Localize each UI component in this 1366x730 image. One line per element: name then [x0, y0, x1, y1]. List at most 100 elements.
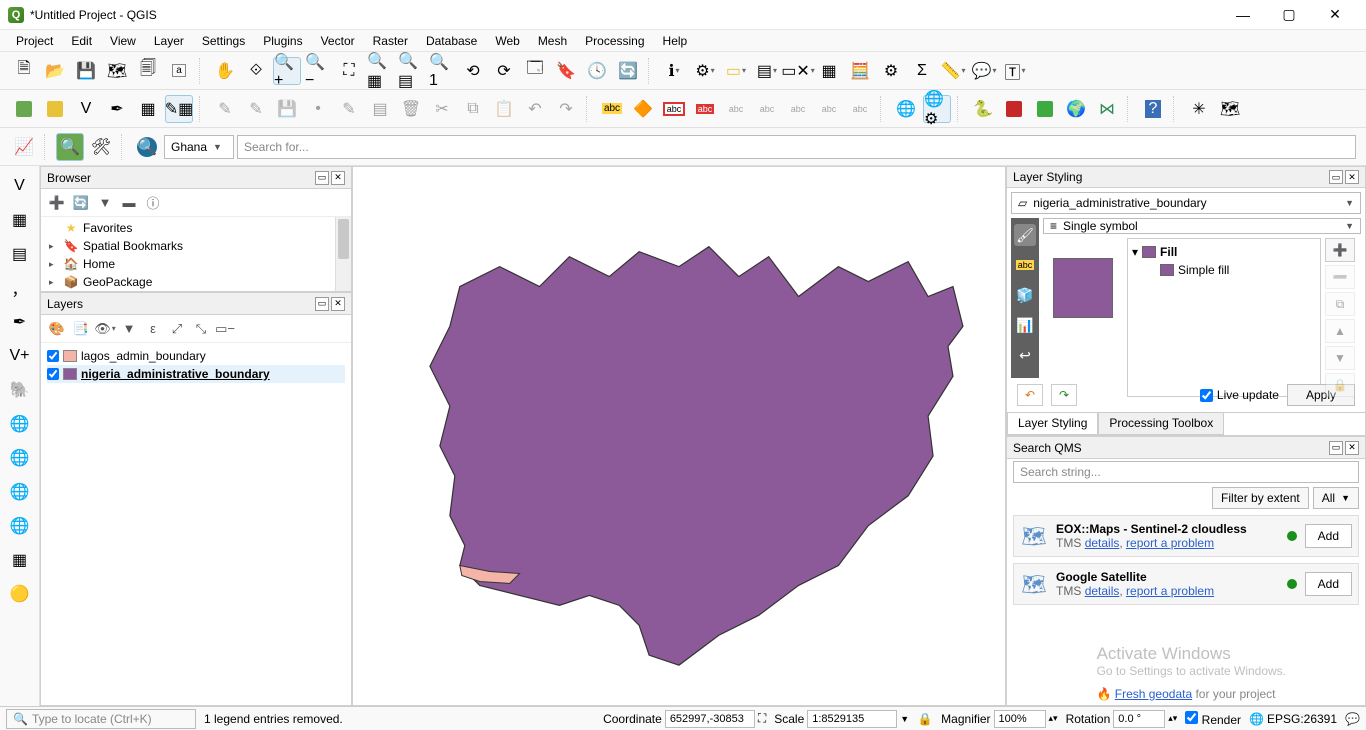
browser-collapse-button[interactable]: ▬ [119, 193, 139, 213]
layers-expand-button[interactable]: ⤢ [167, 319, 187, 339]
magnifier-input[interactable] [994, 710, 1046, 728]
pan-to-selection-button[interactable]: ⟐ [242, 57, 270, 85]
menu-processing[interactable]: Processing [577, 32, 652, 50]
qms-filter-extent-button[interactable]: Filter by extent [1212, 487, 1309, 509]
menu-raster[interactable]: Raster [365, 32, 416, 50]
label-tool-2[interactable]: abc [753, 95, 781, 123]
plugin-button-y[interactable]: 🗺 [1216, 95, 1244, 123]
new-spatialite-button[interactable]: ▦ [134, 95, 162, 123]
add-wfs-button[interactable]: 🌐 [6, 512, 34, 540]
crs-button[interactable]: 🌐 EPSG:26391 [1249, 712, 1337, 726]
add-vector-button[interactable] [10, 95, 38, 123]
qms-filter-all-select[interactable]: All ▼ [1313, 487, 1359, 509]
add-virtual-layer-button[interactable]: V+ [6, 342, 34, 370]
menu-layer[interactable]: Layer [146, 32, 192, 50]
python-console-button[interactable]: 🐍 [969, 95, 997, 123]
zoom-in-button[interactable]: 🔍+ [273, 57, 301, 85]
current-edits-button[interactable]: ✎ [211, 95, 239, 123]
map-canvas[interactable] [352, 166, 1006, 706]
history-tab[interactable]: ↩ [1014, 344, 1036, 366]
zoom-next-button[interactable]: ⟳ [490, 57, 518, 85]
metasearch-button[interactable]: 🌐 [892, 95, 920, 123]
browser-add-button[interactable]: ➕ [47, 193, 67, 213]
label-tool-1[interactable]: abc [722, 95, 750, 123]
menu-view[interactable]: View [102, 32, 144, 50]
browser-properties-button[interactable]: ⓘ [143, 193, 163, 213]
qms-report-link[interactable]: report a problem [1126, 536, 1214, 550]
symbology-tab[interactable]: 🖌 [1014, 224, 1036, 246]
qms-undock-button[interactable]: ▭ [1329, 441, 1343, 455]
add-vector-layer-button[interactable]: V [6, 172, 34, 200]
zoom-layer-button[interactable]: 🔍▤ [397, 57, 425, 85]
menu-mesh[interactable]: Mesh [530, 32, 575, 50]
add-spatialite-button[interactable]: ✒ [6, 308, 34, 336]
tab-layer-styling[interactable]: Layer Styling [1007, 413, 1098, 435]
browser-refresh-button[interactable]: 🔄 [71, 193, 91, 213]
label-tool-5[interactable]: abc [846, 95, 874, 123]
duplicate-symbol-layer-button[interactable]: ⧉ [1325, 292, 1355, 316]
redo-button[interactable]: ↷ [552, 95, 580, 123]
tab-processing-toolbox[interactable]: Processing Toolbox [1098, 413, 1224, 435]
browser-undock-button[interactable]: ▭ [315, 171, 329, 185]
remove-symbol-layer-button[interactable]: ➖ [1325, 265, 1355, 289]
temporal-button[interactable]: 🕓 [583, 57, 611, 85]
layers-visibility-button[interactable]: 👁 [95, 319, 115, 339]
new-shapefile-button[interactable]: V [72, 95, 100, 123]
add-mesh-layer-button[interactable]: ▤ [6, 240, 34, 268]
quickosm-button[interactable]: 🔍 [56, 133, 84, 161]
locator-input[interactable]: 🔍 Type to locate (Ctrl+K) [6, 709, 196, 729]
layer-styling-undock-button[interactable]: ▭ [1329, 170, 1343, 184]
toggle-editing-button-2[interactable]: ✎ [242, 95, 270, 123]
add-feature-button[interactable]: • [304, 95, 332, 123]
refresh-button[interactable]: 🔄 [614, 57, 642, 85]
layers-list[interactable]: lagos_admin_boundary nigeria_administrat… [41, 343, 351, 705]
render-checkbox[interactable]: Render [1185, 711, 1241, 727]
plugin-button-green[interactable] [1031, 95, 1059, 123]
vertex-tool-button[interactable]: ✎ [335, 95, 363, 123]
open-project-button[interactable]: 📂 [41, 57, 69, 85]
symbol-layer-tree[interactable]: ▾Fill Simple fill [1127, 238, 1321, 397]
diagram-button[interactable]: 🔶 [629, 95, 657, 123]
label-pin-button[interactable]: abc [691, 95, 719, 123]
close-button[interactable]: ✕ [1312, 0, 1358, 30]
layers-filter-button[interactable]: ▼ [119, 319, 139, 339]
map-tips-button[interactable]: 💬 [970, 57, 998, 85]
toggle-editing-button[interactable]: ✎▦ [165, 95, 193, 123]
menu-web[interactable]: Web [487, 32, 527, 50]
menu-help[interactable]: Help [655, 32, 696, 50]
menu-database[interactable]: Database [418, 32, 485, 50]
label-tool-4[interactable]: abc [815, 95, 843, 123]
layer-styling-layer-select[interactable]: ▱ nigeria_administrative_boundary ▼ [1011, 192, 1361, 214]
coordinate-input[interactable] [665, 710, 755, 728]
field-calculator-button[interactable]: 🧮 [846, 57, 874, 85]
menu-vector[interactable]: Vector [313, 32, 363, 50]
live-update-checkbox[interactable]: Live update [1200, 388, 1279, 402]
layers-expression-button[interactable]: ε [143, 319, 163, 339]
zoom-full-button[interactable]: ⛶ [335, 57, 363, 85]
new-geopackage-button[interactable]: ✒ [103, 95, 131, 123]
layer-visibility-checkbox[interactable] [47, 368, 59, 380]
layers-undock-button[interactable]: ▭ [315, 297, 329, 311]
renderer-select[interactable]: ≡ Single symbol ▼ [1043, 218, 1361, 234]
label-highlight-button[interactable]: abc [660, 95, 688, 123]
label-tool-3[interactable]: abc [784, 95, 812, 123]
browser-filter-button[interactable]: ▼ [95, 193, 115, 213]
spinner-icon[interactable]: ▴▾ [1049, 713, 1058, 724]
style-undo-button[interactable]: ↶ [1017, 384, 1043, 406]
scale-lock-button[interactable]: 🔒 [917, 712, 933, 726]
nominatim-country-select[interactable]: Ghana ▼ [164, 135, 234, 159]
add-symbol-layer-button[interactable]: ➕ [1325, 238, 1355, 262]
nominatim-search-input[interactable]: Search for... [237, 135, 1356, 159]
menu-project[interactable]: Project [8, 32, 61, 50]
paste-features-button[interactable]: 📋 [490, 95, 518, 123]
menu-edit[interactable]: Edit [63, 32, 100, 50]
style-manager-button[interactable]: a [165, 57, 193, 85]
scale-input[interactable] [807, 710, 897, 728]
add-wms-button[interactable]: 🌐 [6, 410, 34, 438]
statistics-button[interactable]: Σ [908, 57, 936, 85]
cut-features-button[interactable]: ✂ [428, 95, 456, 123]
new-project-button[interactable]: 🗎 [10, 57, 38, 85]
layers-collapse-button[interactable]: ⤡ [191, 319, 211, 339]
zoom-out-button[interactable]: 🔍− [304, 57, 332, 85]
undo-button[interactable]: ↶ [521, 95, 549, 123]
